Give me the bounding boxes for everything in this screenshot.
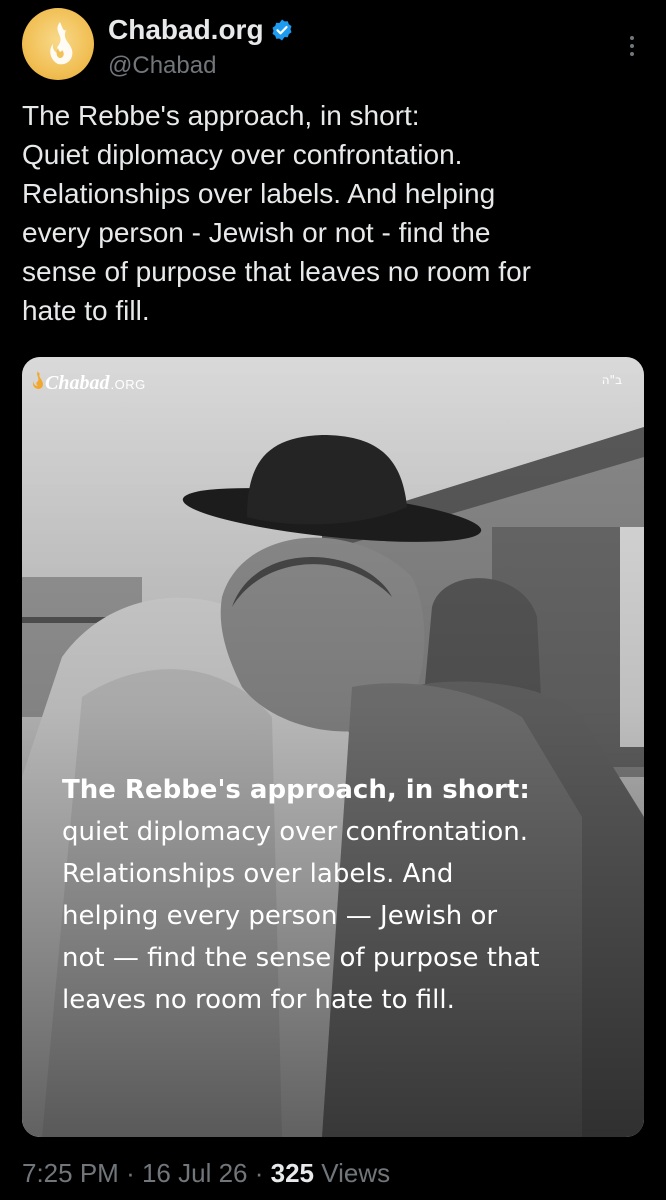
verified-badge-icon — [272, 19, 292, 41]
media-overlay-text: The Rebbe's approach, in short: quiet di… — [62, 769, 632, 1021]
tweet-text-line: Quiet diplomacy over confrontation. — [22, 139, 463, 170]
logo-text: Chabad — [45, 372, 110, 394]
more-options-icon[interactable] — [622, 36, 642, 66]
views-label: Views — [321, 1158, 391, 1188]
avatar[interactable] — [22, 8, 94, 80]
post-time[interactable]: 7:25 PM — [22, 1158, 119, 1188]
overlay-line: leaves no room for hate to fill. — [62, 985, 455, 1015]
overlay-line: not — find the sense of purpose that — [62, 943, 540, 973]
meta-separator: · — [254, 1158, 264, 1188]
overlay-heading: The Rebbe's approach, in short: — [62, 775, 530, 805]
display-name[interactable]: Chabad.org — [108, 14, 264, 46]
post-date[interactable]: 16 Jul 26 — [142, 1158, 248, 1188]
logo-suffix: .ORG — [110, 377, 146, 392]
overlay-line: Relationships over labels. And — [62, 859, 454, 889]
corner-mark: ב"ה — [601, 373, 622, 387]
tweet-text-line: Relationships over labels. And helping — [22, 178, 496, 209]
meta-separator: · — [126, 1158, 135, 1188]
tweet-text-line: sense of purpose that leaves no room for — [22, 256, 531, 287]
tweet-text-line: every person - Jewish or not - find the — [22, 217, 491, 248]
name-row: Chabad.org — [108, 14, 294, 46]
tweet-text-line: The Rebbe's approach, in short: — [22, 100, 420, 131]
tweet-media-image[interactable]: Chabad .ORG ב"ה The Rebbe's approach, in… — [22, 357, 644, 1137]
tweet-header: Chabad.org @Chabad — [22, 8, 642, 80]
overlay-line: quiet diplomacy over confrontation. — [62, 817, 529, 847]
overlay-line: helping every person — Jewish or — [62, 901, 498, 931]
chabad-flame-icon — [50, 22, 73, 65]
flame-icon — [33, 371, 43, 389]
views-count[interactable]: 325 — [271, 1158, 314, 1188]
tweet-text: The Rebbe's approach, in short: Quiet di… — [22, 96, 647, 330]
handle[interactable]: @Chabad — [108, 52, 216, 80]
tweet-text-line: hate to fill. — [22, 295, 150, 326]
media-logo: Chabad .ORG — [32, 371, 146, 395]
tweet-meta: 7:25 PM · 16 Jul 26 · 325 Views — [22, 1158, 390, 1189]
